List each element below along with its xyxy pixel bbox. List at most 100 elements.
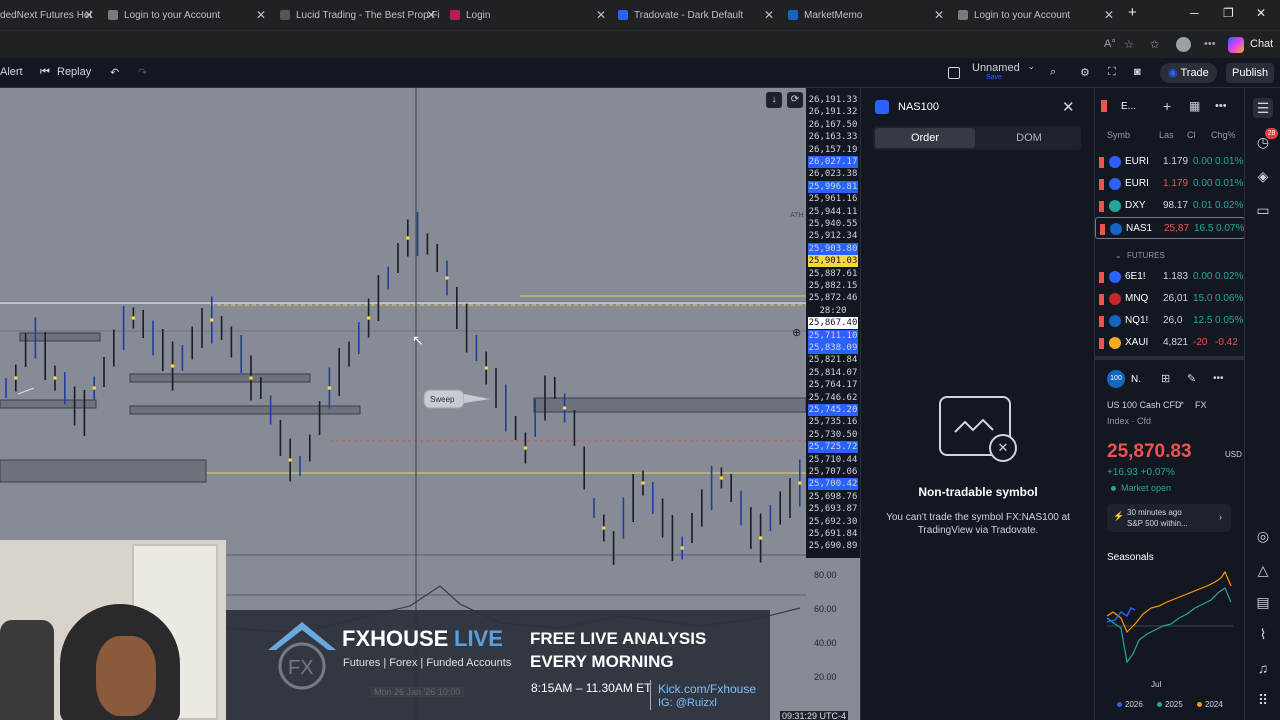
more-icon[interactable]: ••• (1215, 100, 1227, 112)
publish-button[interactable]: Publish (1226, 63, 1275, 83)
tab-dom[interactable]: DOM (979, 128, 1079, 148)
read-aloud-icon[interactable]: A° (1104, 38, 1116, 50)
triangle-tool-icon[interactable]: △ (1253, 560, 1273, 580)
new-tab-button[interactable]: + (1128, 4, 1137, 21)
chat-bubble-icon[interactable]: ▭ (1253, 200, 1273, 220)
layout-icon[interactable] (948, 67, 960, 79)
chevron-down-icon[interactable]: ⌄ (1028, 62, 1035, 71)
watchlist-row[interactable]: NAS1 25,87 16.5 0.07% (1095, 217, 1245, 239)
minimize-icon[interactable]: ─ (1190, 6, 1199, 20)
browser-tab[interactable]: Login to your Account ✕ (108, 0, 270, 30)
close-icon[interactable]: ✕ (256, 8, 266, 22)
row-symbol: NAS1 (1126, 223, 1153, 234)
browser-tab[interactable]: Tradovate - Dark Default ✕ (618, 0, 778, 30)
chat-button[interactable]: Chat (1250, 38, 1273, 50)
calendar-icon[interactable]: ▤ (1253, 592, 1273, 612)
more-menu-icon[interactable]: ••• (1204, 38, 1216, 50)
divider (650, 680, 651, 710)
layout-grid-icon[interactable]: ▦ (1189, 99, 1200, 113)
redo-icon[interactable]: ↷ (138, 66, 147, 79)
details-symbol[interactable]: N. (1131, 374, 1141, 385)
seasonals-month: Jul (1151, 680, 1162, 689)
watchlist-row[interactable]: MNQ 26,01 15.0 0.06% (1095, 288, 1245, 310)
bell-icon[interactable]: ♫ (1253, 658, 1273, 678)
news-card[interactable]: ⚡ 30 minutes ago S&P 500 within... › (1107, 504, 1231, 532)
edit-icon[interactable]: ✎ (1187, 372, 1196, 385)
watchlist-row[interactable]: XAUI 4,821 -20 -0.42 (1095, 332, 1245, 354)
zone-box (533, 397, 807, 413)
chevron-down-icon[interactable]: ⌄ (1115, 251, 1122, 260)
tab-title: MarketMemo (804, 9, 863, 21)
close-icon[interactable]: ✕ (596, 8, 606, 22)
details-type: Index · Cfd (1107, 416, 1152, 426)
browser-tab[interactable]: dedNext Futures Hel ✕ (0, 0, 98, 30)
price-scale-label: 25,867.40 (808, 317, 858, 330)
window-close-icon[interactable]: ✕ (1256, 6, 1266, 20)
browser-tab[interactable]: Login to your Account ✕ (958, 0, 1118, 30)
download-icon[interactable]: ↓ (766, 92, 782, 108)
favorites-bar-icon[interactable]: ✩ (1150, 38, 1159, 51)
apps-grid-icon[interactable]: ⠿ (1253, 690, 1273, 710)
search-icon[interactable]: ⌕ (1050, 66, 1056, 79)
copilot-icon[interactable] (1228, 37, 1244, 53)
more-icon[interactable]: ••• (1213, 373, 1224, 384)
order-symbol: NAS100 (898, 101, 939, 113)
col-change[interactable]: Cl (1187, 130, 1196, 140)
watchlist-row[interactable]: NQ1! 26,0 12.5 0.05% (1095, 310, 1245, 332)
maximize-icon[interactable]: ❐ (1223, 6, 1234, 20)
grid-icon[interactable]: ⊞ (1161, 372, 1170, 385)
settings-icon[interactable]: ⚙ (1080, 66, 1090, 79)
broadcast-icon[interactable]: ⌇ (1253, 624, 1273, 644)
tab-order[interactable]: Order (875, 128, 975, 148)
close-icon[interactable]: ✕ (84, 8, 94, 22)
watchlist-row[interactable]: DXY 98.17 0.01 0.02% (1095, 195, 1245, 217)
layout-name[interactable]: Unnamed (972, 62, 1020, 74)
camera-icon[interactable]: ◙ (1134, 66, 1141, 78)
col-change-pct[interactable]: Chg% (1211, 130, 1236, 140)
close-icon[interactable]: ✕ (1104, 8, 1114, 22)
external-link-icon[interactable]: ↗ (1177, 399, 1185, 410)
row-change: 0.00 (1193, 178, 1213, 189)
add-symbol-icon[interactable]: + (1163, 98, 1171, 114)
replay-button[interactable]: Replay (57, 66, 91, 78)
tab-title: Lucid Trading - The Best Prop Fi (296, 9, 440, 21)
right-sidebar: ☰ ◷ 28 ◈ ▭ ◎ △ ▤ ⌇ ♫ ⠿ (1244, 88, 1280, 720)
alert-button[interactable]: Alert (0, 66, 23, 78)
favorite-icon[interactable]: ☆ (1124, 38, 1134, 51)
profile-avatar[interactable] (1176, 37, 1191, 52)
refresh-icon[interactable]: ⟳ (787, 92, 803, 108)
signal-dot (484, 366, 489, 370)
price-scale-label: 25,872.46 (808, 293, 858, 304)
section-futures[interactable]: FUTURES (1127, 251, 1165, 260)
save-label[interactable]: Save (986, 74, 1002, 81)
seasonals-title[interactable]: Seasonals (1107, 552, 1154, 563)
price-scale[interactable]: 26,191.33 26,191.32 26,167.50 26,163.33 26,1… (806, 88, 860, 558)
close-icon[interactable]: ✕ (934, 8, 944, 22)
target-icon[interactable]: ◎ (1253, 526, 1273, 546)
col-symbol[interactable]: Symb (1107, 130, 1130, 140)
close-icon[interactable]: ✕ (426, 8, 436, 22)
legend-2024: 2024 (1205, 700, 1223, 709)
fullscreen-icon[interactable]: ⛶ (1108, 66, 1116, 79)
watchlist-name[interactable]: E... (1121, 101, 1136, 112)
favicon-icon (108, 10, 118, 20)
browser-tab[interactable]: MarketMemo ✕ (788, 0, 948, 30)
close-icon[interactable]: ✕ (764, 8, 774, 22)
watchlist-row[interactable]: EURI 1.179 0.00 0.01% (1095, 151, 1245, 173)
watchlist-row[interactable]: EURI 1.179 0.00 0.01% (1095, 173, 1245, 195)
signal-dot (53, 376, 57, 380)
trade-button[interactable]: ◉ Trade (1160, 63, 1217, 83)
add-alert-icon[interactable]: ⊕ (792, 326, 801, 339)
close-panel-icon[interactable]: ✕ (1062, 98, 1075, 116)
browser-tab[interactable]: Lucid Trading - The Best Prop Fi ✕ (280, 0, 440, 30)
col-last[interactable]: Las (1159, 130, 1174, 140)
watchlist-icon[interactable]: ☰ (1253, 98, 1273, 118)
signal-dot (562, 406, 567, 410)
watchlist-row[interactable]: 6E1! 1.183 0.00 0.02% (1095, 266, 1245, 288)
layers-icon[interactable]: ◈ (1253, 166, 1273, 186)
browser-tab[interactable]: Login ✕ (450, 0, 610, 30)
undo-icon[interactable]: ↶ (110, 66, 119, 79)
signal-dot (131, 316, 136, 320)
row-change: 0.00 (1193, 271, 1213, 282)
row-change: 12.5 (1193, 315, 1213, 326)
